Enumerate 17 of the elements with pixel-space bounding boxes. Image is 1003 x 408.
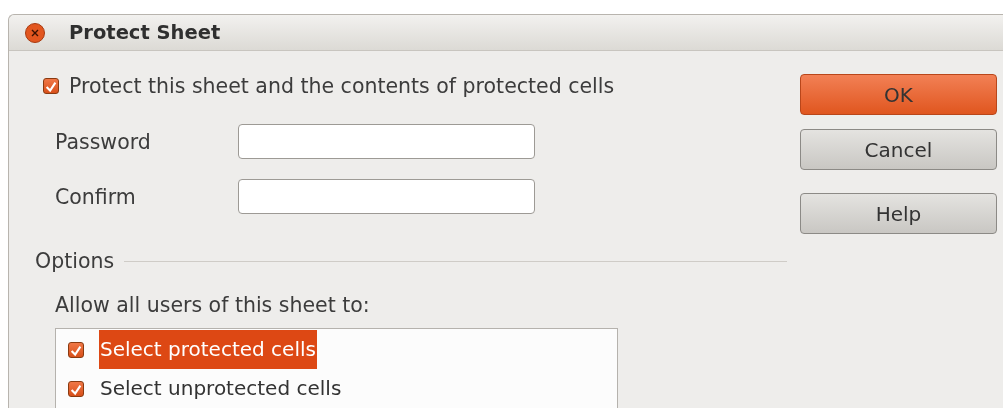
dialog-button[interactable]: Help	[800, 193, 997, 234]
field-label: Password	[55, 130, 152, 153]
close-icon[interactable]	[25, 22, 45, 43]
section-heading: Options	[35, 250, 115, 272]
window-title: Protect Sheet	[69, 21, 221, 44]
dialog-button[interactable]: Cancel	[800, 129, 997, 170]
checkbox-label[interactable]: Protect this sheet and the contents of protected cells	[69, 75, 615, 97]
list-item[interactable]: Select unprotected cells	[99, 369, 343, 408]
list-label: Allow all users of this sheet to:	[55, 294, 371, 316]
password-field[interactable]	[238, 124, 535, 159]
list-item[interactable]: Select protected cells	[99, 330, 317, 369]
dialog-button[interactable]: OK	[800, 74, 997, 115]
checkbox[interactable]	[68, 380, 84, 397]
checkbox[interactable]	[68, 341, 84, 358]
field-label: Confirm	[55, 185, 137, 208]
password-field[interactable]	[238, 179, 535, 214]
checkbox[interactable]	[43, 78, 59, 94]
